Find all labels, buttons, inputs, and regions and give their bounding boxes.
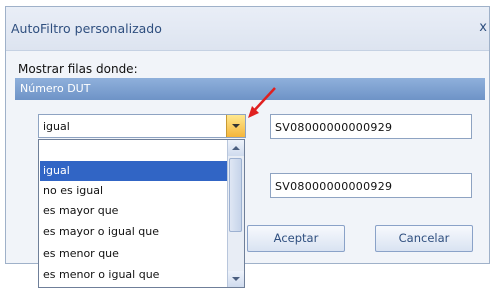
list-item[interactable]: es menor o igual que <box>40 265 228 285</box>
value-field-2[interactable]: SV08000000000929 <box>270 173 472 198</box>
column-group-header: Número DUT <box>15 78 485 100</box>
value-text-2: SV08000000000929 <box>275 180 393 193</box>
scroll-up-icon[interactable] <box>228 140 244 156</box>
cancel-button[interactable]: Cancelar <box>375 225 473 252</box>
operator-dropdown-list[interactable]: igual no es igual es mayor que es mayor … <box>38 139 245 288</box>
dialog-title: AutoFiltro personalizado <box>11 21 162 36</box>
value-field-1[interactable]: SV08000000000929 <box>270 114 472 139</box>
operator-value-1: igual <box>43 120 70 133</box>
operator-combobox-1[interactable]: igual <box>38 114 246 138</box>
list-item[interactable]: no es igual <box>40 181 228 201</box>
value-text-1: SV08000000000929 <box>275 121 393 134</box>
title-bar: AutoFiltro personalizado x <box>6 7 489 51</box>
chevron-down-icon[interactable] <box>226 115 245 137</box>
scroll-down-icon[interactable] <box>228 271 244 287</box>
list-item[interactable]: es mayor que <box>40 201 228 221</box>
section-label: Mostrar filas donde: <box>18 62 138 76</box>
list-item[interactable]: es mayor o igual que <box>40 222 228 242</box>
list-item[interactable]: es menor que <box>40 244 228 264</box>
accept-button[interactable]: Aceptar <box>247 225 345 252</box>
close-icon[interactable]: x <box>479 20 487 35</box>
list-item[interactable] <box>40 141 228 161</box>
list-item[interactable]: igual <box>40 161 228 181</box>
column-name: Número DUT <box>20 82 91 95</box>
list-scrollbar[interactable] <box>227 140 244 287</box>
scroll-thumb[interactable] <box>229 158 242 232</box>
